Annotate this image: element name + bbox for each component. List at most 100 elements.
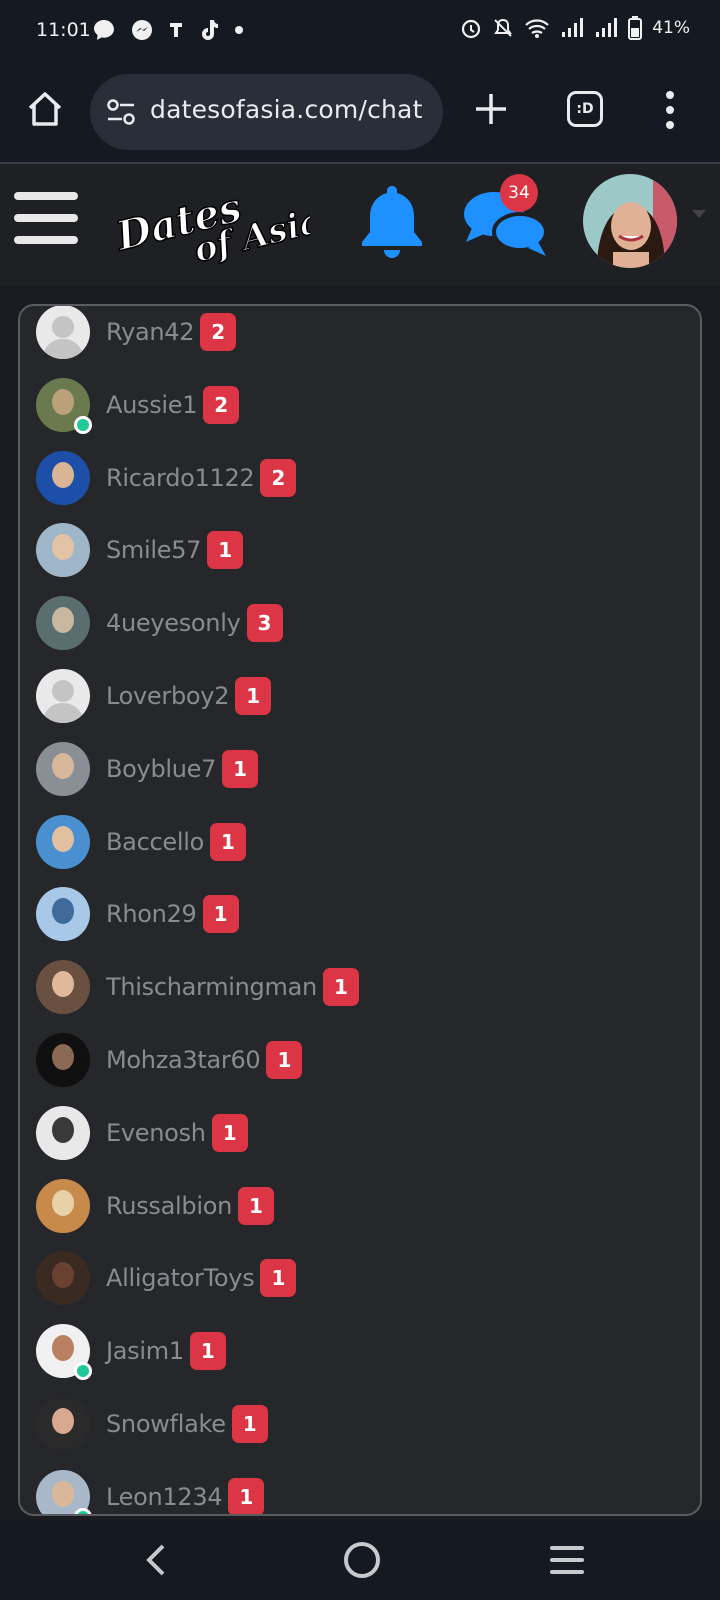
chat-list-item[interactable]: Smile57 1 <box>36 520 244 580</box>
site-logo[interactable]: Dates of Asia <box>110 176 310 266</box>
chat-bubble-icon <box>94 20 114 40</box>
unread-count-badge: 2 <box>200 313 237 351</box>
chat-list-item[interactable]: Baccello 1 <box>36 812 246 872</box>
unread-count-badge: 1 <box>211 1113 248 1152</box>
tab-switcher-button[interactable]: :D <box>567 91 603 127</box>
chat-list-item[interactable]: Aussie1 2 <box>36 375 240 435</box>
avatar[interactable] <box>36 1178 90 1233</box>
unread-count-badge: 1 <box>189 1332 226 1371</box>
chat-list-panel: Ryan42 2 Aussie1 2 Ricardo1122 2 Smile57 1 4ueye… <box>18 304 702 1516</box>
home-icon[interactable] <box>25 89 65 129</box>
system-icons: 41% <box>460 16 690 40</box>
recents-icon[interactable] <box>550 1546 584 1574</box>
avatar[interactable] <box>36 377 92 434</box>
avatar[interactable] <box>36 1469 92 1514</box>
user-avatar[interactable] <box>583 174 677 268</box>
chat-username[interactable]: Loverboy2 <box>106 682 229 710</box>
online-status-dot <box>74 1362 92 1381</box>
avatar[interactable] <box>36 1397 90 1451</box>
avatar[interactable] <box>36 1033 90 1087</box>
avatar[interactable] <box>36 596 90 651</box>
avatar[interactable] <box>36 1251 90 1306</box>
chat-list-item[interactable]: Loverboy2 1 <box>36 666 272 726</box>
browser-toolbar: datesofasia.com/chat :D <box>0 62 720 164</box>
chat-list-item[interactable]: Russalbion 1 <box>36 1176 274 1236</box>
chat-username[interactable]: Rhon29 <box>106 900 197 928</box>
unread-count-badge: 1 <box>202 895 239 934</box>
online-status-dot <box>74 1507 92 1514</box>
notifications-bell-icon[interactable] <box>358 182 426 260</box>
home-nav-icon[interactable] <box>344 1542 380 1578</box>
messages-count-badge: 34 <box>500 174 538 212</box>
chat-username[interactable]: Thischarmingman <box>106 973 317 1001</box>
usb-icon <box>170 23 182 37</box>
alarm-icon <box>462 19 481 39</box>
signal-icon <box>562 18 584 37</box>
signal-icon-2 <box>596 18 618 37</box>
chat-username[interactable]: Boyblue7 <box>106 755 216 783</box>
system-nav-bar <box>0 1520 720 1600</box>
unread-count-badge: 1 <box>266 1041 303 1079</box>
chat-username[interactable]: Baccello <box>106 828 204 856</box>
wifi-icon <box>525 19 549 38</box>
avatar[interactable] <box>36 669 90 723</box>
chat-username[interactable]: Mohza3tar60 <box>106 1046 261 1074</box>
avatar[interactable] <box>36 1324 92 1381</box>
chat-username[interactable]: Ricardo1122 <box>106 464 255 492</box>
avatar[interactable] <box>36 814 90 869</box>
chat-list-item[interactable]: Jasim1 1 <box>36 1321 226 1381</box>
new-tab-icon[interactable] <box>474 92 508 126</box>
unread-count-badge: 2 <box>203 385 240 424</box>
unread-count-badge: 1 <box>238 1186 274 1225</box>
chat-username[interactable]: Jasim1 <box>106 1337 184 1365</box>
address-bar[interactable]: datesofasia.com/chat <box>90 74 443 150</box>
unread-count-badge: 1 <box>260 1259 297 1298</box>
chat-username[interactable]: Russalbion <box>106 1192 232 1220</box>
profile-caret-icon[interactable] <box>692 210 706 218</box>
chat-list-item[interactable]: Boyblue7 1 <box>36 739 259 799</box>
chat-username[interactable]: 4ueyesonly <box>106 609 241 637</box>
site-header: Dates of Asia 34 <box>0 164 720 286</box>
hamburger-menu-icon[interactable] <box>14 192 78 248</box>
avatar[interactable] <box>36 741 90 796</box>
battery-percent: 41% <box>652 18 690 38</box>
chat-username[interactable]: AlligatorToys <box>106 1264 255 1292</box>
unread-count-badge: 1 <box>231 1405 268 1443</box>
chat-list-item[interactable]: Rhon29 1 <box>36 884 239 944</box>
chat-list-item[interactable]: Mohza3tar60 1 <box>36 1030 303 1090</box>
chat-list-item[interactable]: Evenosh 1 <box>36 1103 248 1163</box>
chat-username[interactable]: Smile57 <box>106 536 201 564</box>
unread-count-badge: 1 <box>322 968 359 1007</box>
chat-username[interactable]: Ryan42 <box>106 318 195 346</box>
unread-count-badge: 1 <box>222 749 259 788</box>
more-menu-icon[interactable] <box>665 90 675 130</box>
status-bar: 11:01 41% <box>0 0 720 62</box>
url-text[interactable]: datesofasia.com/chat <box>150 95 423 124</box>
avatar[interactable] <box>36 960 90 1015</box>
chat-list-item[interactable]: Thischarmingman 1 <box>36 957 359 1017</box>
avatar[interactable] <box>36 306 90 359</box>
chat-username[interactable]: Aussie1 <box>106 391 198 419</box>
avatar[interactable] <box>36 887 90 942</box>
back-icon[interactable] <box>143 1542 167 1578</box>
chat-username[interactable]: Leon1234 <box>106 1483 223 1511</box>
site-settings-icon[interactable] <box>106 98 136 126</box>
unread-count-badge: 2 <box>260 458 297 497</box>
battery-icon <box>628 16 643 40</box>
notification-icons <box>92 18 244 42</box>
chat-list-item[interactable]: Ricardo1122 2 <box>36 448 297 508</box>
unread-count-badge: 1 <box>235 677 272 715</box>
unread-count-badge: 3 <box>246 604 283 643</box>
chat-username[interactable]: Snowflake <box>106 1410 226 1438</box>
avatar[interactable] <box>36 1105 90 1160</box>
chat-list-item[interactable]: Snowflake 1 <box>36 1394 268 1454</box>
avatar[interactable] <box>36 523 90 578</box>
chat-list-item[interactable]: AlligatorToys 1 <box>36 1248 297 1308</box>
status-time: 11:01 <box>36 19 91 41</box>
chat-list-item[interactable]: 4ueyesonly 3 <box>36 593 283 653</box>
avatar[interactable] <box>36 450 90 505</box>
chat-list-item[interactable]: Leon1234 1 <box>36 1467 265 1514</box>
chat-username[interactable]: Evenosh <box>106 1119 206 1147</box>
unread-count-badge: 1 <box>207 531 244 570</box>
chat-list-item[interactable]: Ryan42 2 <box>36 306 237 362</box>
